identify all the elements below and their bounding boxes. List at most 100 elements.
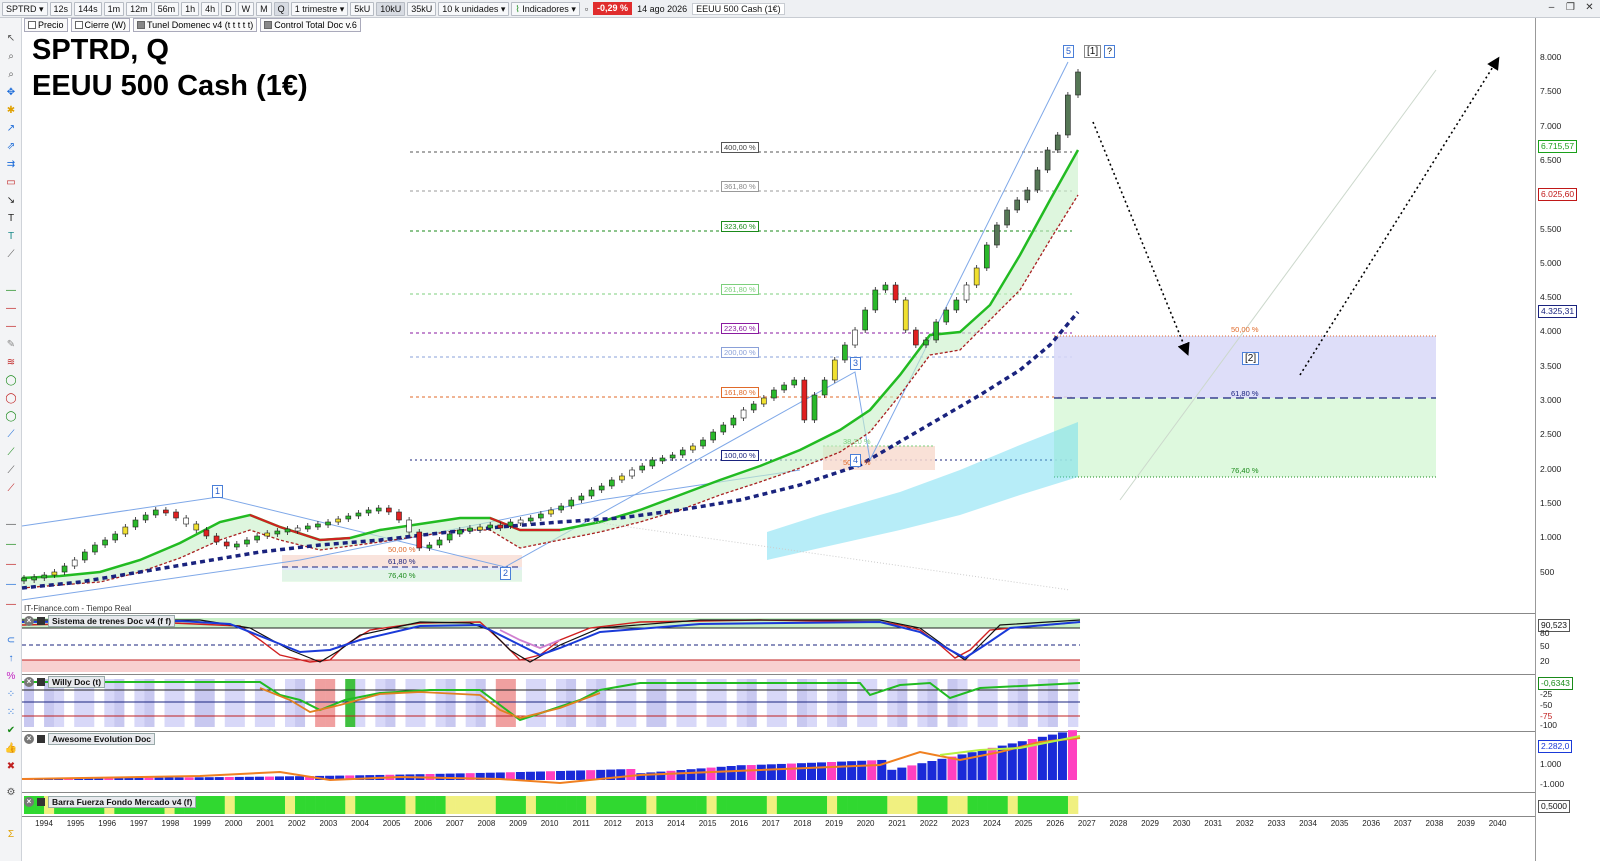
barra-cell: [686, 796, 697, 814]
barra-cell: [756, 796, 768, 814]
willy-title[interactable]: Willy Doc (t): [48, 676, 106, 688]
awesome-bar: [295, 776, 305, 780]
wave-label-3[interactable]: 3: [850, 357, 862, 370]
year-tick-label: 2002: [287, 819, 306, 828]
willy-bar: [917, 679, 928, 727]
barra-cell: [315, 796, 326, 814]
year-tick-label: 2023: [951, 819, 970, 828]
close-panel-icon[interactable]: ×: [24, 734, 34, 744]
candle-body: [335, 518, 341, 523]
willy-bar: [1037, 679, 1049, 727]
willy-bar: [525, 679, 537, 727]
candle-body: [507, 521, 514, 527]
barra-cell: [435, 796, 446, 814]
candle-body: [578, 495, 585, 501]
small-fib-61: 61,80 %: [388, 557, 416, 566]
close-panel-icon[interactable]: ×: [24, 677, 34, 687]
trenes-panel: [21, 618, 1081, 672]
wave-label-question[interactable]: ?: [1104, 45, 1116, 58]
year-tick-label: 2030: [1172, 819, 1191, 828]
barra-cell: [917, 796, 928, 814]
year-tick-label: 2024: [983, 819, 1001, 828]
willy-bar: [716, 679, 727, 727]
candle-body: [538, 513, 544, 519]
awesome-bar: [736, 765, 746, 780]
willy-bar: [395, 679, 406, 727]
barra-cell: [817, 796, 828, 814]
awesome-bar: [144, 777, 154, 780]
wave-label-2[interactable]: 2: [500, 567, 512, 580]
willy-bar: [867, 679, 878, 727]
wave-label-5[interactable]: 5: [1063, 45, 1075, 58]
candle-body: [1014, 199, 1020, 211]
awesome-title[interactable]: Awesome Evolution Doc: [48, 733, 156, 745]
candle-body: [923, 339, 929, 346]
barra-cell: [766, 796, 778, 814]
awesome-bar: [937, 758, 947, 780]
awesome-bar: [204, 777, 214, 780]
barra-title[interactable]: Barra Fuerza Fondo Mercado v4 (f): [48, 796, 197, 808]
year-tick-label: 2003: [319, 819, 338, 828]
willy-bar: [425, 679, 436, 727]
trenes-title[interactable]: Sistema de trenes Doc v4 (f f): [48, 615, 176, 627]
year-tick-label: 2007: [445, 819, 464, 828]
willy-bar: [877, 679, 888, 727]
barra-cell: [947, 796, 958, 814]
candle-body: [983, 244, 990, 269]
close-panel-icon[interactable]: ×: [24, 797, 34, 807]
awesome-bar: [817, 762, 827, 780]
willy-bar: [817, 679, 828, 727]
willy-bar: [756, 679, 768, 727]
wave-label-1[interactable]: 1: [212, 485, 224, 498]
awesome-bar: [887, 769, 897, 780]
awesome-bar: [806, 762, 817, 780]
awesome-bar: [726, 766, 736, 780]
panel-separator: [22, 613, 1535, 614]
close-panel-icon[interactable]: ×: [24, 616, 34, 626]
barra-cell: [495, 796, 507, 814]
price-tag-green: 6.715,57: [1538, 140, 1578, 153]
candle-body: [943, 309, 950, 323]
panel-color-icon: [37, 735, 45, 743]
candle-body: [913, 329, 919, 346]
candle-body: [831, 359, 838, 381]
candle-body: [31, 576, 37, 581]
candle-body: [71, 559, 78, 567]
awesome-bar: [857, 760, 867, 780]
willy-bar: [254, 679, 266, 727]
year-tick-label: 2040: [1488, 819, 1507, 828]
panel-color-icon: [37, 798, 45, 806]
barra-cell: [395, 796, 406, 814]
awesome-bar: [666, 770, 676, 780]
price-tick-label: 5.500: [1540, 223, 1562, 234]
barra-cell: [365, 796, 376, 814]
barra-cell: [897, 796, 908, 814]
candle-body: [213, 535, 220, 543]
zone-fib-50: 50,00 %: [1231, 325, 1259, 334]
barra-cell: [706, 796, 717, 814]
barra-cell: [1037, 796, 1049, 814]
willy-bar: [706, 679, 717, 727]
willy-bar: [104, 679, 115, 727]
candle-body: [720, 424, 727, 433]
price-tick-label: 2.000: [1540, 463, 1562, 474]
candle-body: [467, 527, 473, 532]
candle-body: [548, 509, 554, 515]
wave-label-4[interactable]: 4: [850, 454, 862, 467]
fib-label-261: 261,80 %: [721, 284, 759, 295]
willy-bar: [465, 679, 477, 727]
willy-bar: [164, 679, 175, 727]
price-tick-label: 7.500: [1540, 86, 1562, 97]
wave-label-major-1[interactable]: [1]: [1084, 45, 1102, 58]
candle-body: [406, 519, 412, 533]
awesome-bar: [796, 763, 806, 780]
barra-cell: [867, 796, 878, 814]
wave-label-major-2[interactable]: [2]: [1242, 352, 1260, 365]
price-chart[interactable]: [0, 0, 1600, 861]
awesome-bar: [264, 776, 274, 780]
awesome-bar: [616, 769, 626, 780]
willy-bar: [355, 679, 366, 727]
willy-bar: [606, 679, 617, 727]
candle-body: [1024, 189, 1031, 201]
willy-bar: [325, 679, 336, 727]
